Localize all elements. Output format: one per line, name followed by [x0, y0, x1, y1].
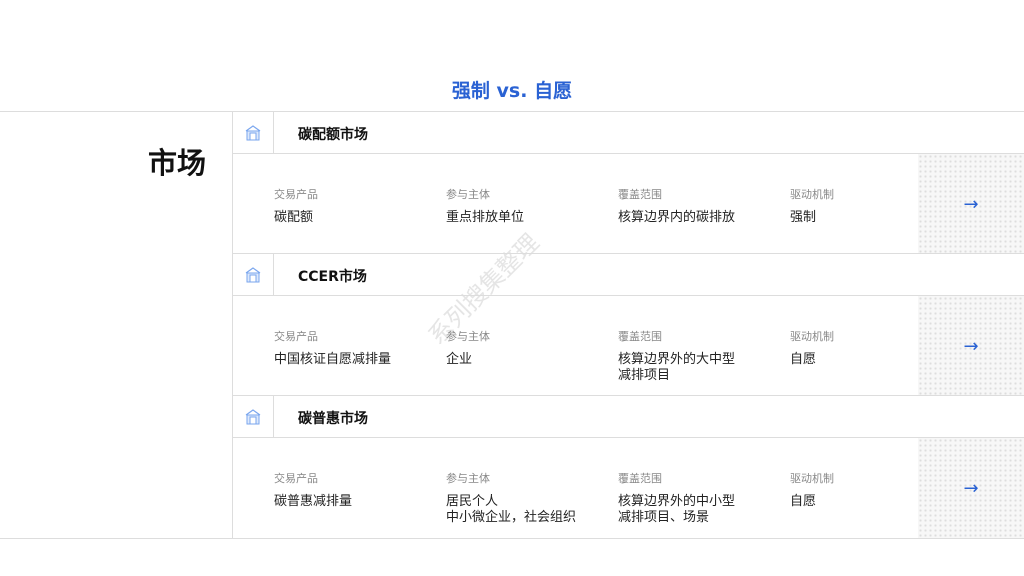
market-field: 参与主体 重点排放单位 — [446, 186, 611, 226]
market-name: 碳配额市场 — [298, 127, 368, 143]
field-value: 碳普惠减排量 — [274, 494, 353, 509]
market-field: 交易产品 碳普惠减排量 — [274, 470, 439, 510]
market-card: 碳配额市场 交易产品 碳配额 参与主体 重点排放单位 覆盖范围 核算边界内的碳排… — [233, 112, 1024, 254]
field-label: 交易产品 — [274, 188, 318, 201]
market-field: 交易产品 中国核证自愿减排量 — [274, 328, 439, 368]
field-value: 核算边界外的大中型 减排项目 — [618, 352, 736, 383]
field-label: 覆盖范围 — [618, 330, 662, 343]
building-icon — [233, 254, 274, 296]
market-header: 碳配额市场 — [233, 112, 1024, 154]
field-value: 重点排放单位 — [446, 210, 525, 225]
building-icon — [233, 112, 274, 154]
divider — [0, 538, 1024, 539]
detail-button[interactable]: → — [918, 438, 1024, 538]
field-label: 覆盖范围 — [618, 472, 662, 485]
market-field: 覆盖范围 核算边界内的碳排放 — [618, 186, 783, 226]
market-card: 碳普惠市场 交易产品 碳普惠减排量 参与主体 居民个人 中小微企业，社会组织 覆… — [233, 396, 1024, 538]
market-field: 覆盖范围 核算边界外的中小型 减排项目、场景 — [618, 470, 783, 526]
field-label: 参与主体 — [446, 330, 490, 343]
field-label: 参与主体 — [446, 472, 490, 485]
market-field: 参与主体 居民个人 中小微企业，社会组织 — [446, 470, 611, 526]
field-value: 中国核证自愿减排量 — [274, 352, 392, 367]
field-label: 参与主体 — [446, 188, 490, 201]
building-icon — [233, 396, 274, 438]
market-field: 参与主体 企业 — [446, 328, 611, 368]
market-name: 碳普惠市场 — [298, 411, 368, 427]
side-label: 市场 — [148, 146, 207, 180]
market-card: CCER市场 交易产品 中国核证自愿减排量 参与主体 企业 覆盖范围 核算边界外… — [233, 254, 1024, 396]
field-value: 企业 — [446, 352, 473, 367]
field-value: 碳配额 — [274, 210, 314, 225]
page-title: 强制 vs. 自愿 — [451, 80, 573, 102]
arrow-right-icon: → — [963, 193, 979, 215]
market-header: CCER市场 — [233, 254, 1024, 296]
field-label: 交易产品 — [274, 330, 318, 343]
detail-button[interactable]: → — [918, 296, 1024, 396]
field-label: 覆盖范围 — [618, 188, 662, 201]
field-label: 交易产品 — [274, 472, 318, 485]
market-header: 碳普惠市场 — [233, 396, 1024, 438]
field-value: 核算边界外的中小型 减排项目、场景 — [618, 494, 736, 525]
market-field: 交易产品 碳配额 — [274, 186, 439, 226]
field-value: 核算边界内的碳排放 — [618, 210, 736, 225]
detail-button[interactable]: → — [918, 154, 1024, 254]
market-field: 覆盖范围 核算边界外的大中型 减排项目 — [618, 328, 783, 384]
arrow-right-icon: → — [963, 477, 979, 499]
field-value: 居民个人 中小微企业，社会组织 — [446, 494, 577, 525]
arrow-right-icon: → — [963, 335, 979, 357]
market-name: CCER市场 — [298, 269, 367, 285]
